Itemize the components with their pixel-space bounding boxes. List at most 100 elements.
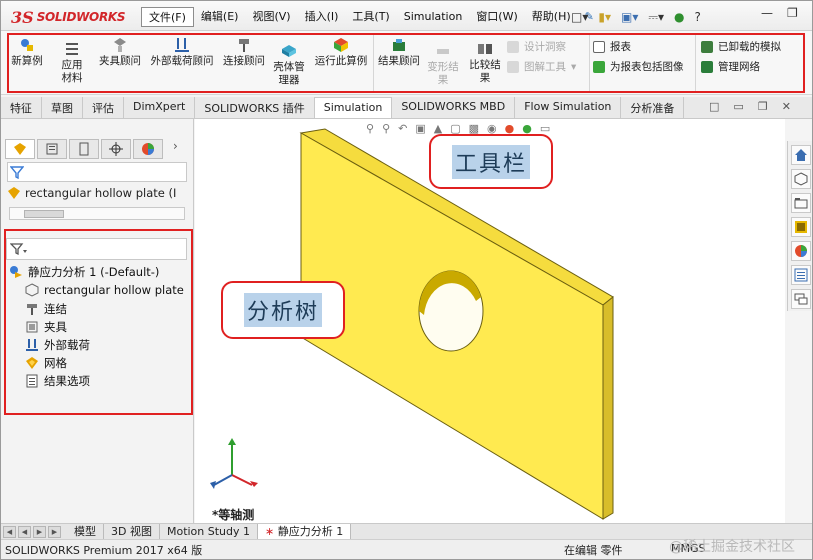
results-advisor-label: 结果顾问 bbox=[378, 55, 420, 67]
new-study-button[interactable]: 新算例 bbox=[9, 37, 45, 68]
include-image-button[interactable]: 为报表包括图像 bbox=[593, 59, 684, 74]
rebuild-icon[interactable]: ● bbox=[674, 10, 684, 24]
more-tabs-icon[interactable]: › bbox=[173, 139, 178, 159]
tree-item-connections[interactable]: 连结 bbox=[25, 301, 67, 317]
ribbon-separator bbox=[373, 35, 374, 91]
new-document-icon[interactable]: □▾ bbox=[571, 10, 588, 24]
last-tab-icon[interactable]: ▶ bbox=[48, 525, 61, 538]
configuration-tab-icon[interactable] bbox=[69, 139, 99, 159]
tab-static-study[interactable]: ∗ 静应力分析 1 bbox=[258, 523, 352, 540]
tab-dimxpert[interactable]: DimXpert bbox=[124, 97, 196, 118]
menu-help[interactable]: 帮助(H) bbox=[525, 7, 578, 27]
fixture-icon bbox=[26, 321, 38, 333]
window-controls: — ❐ ✕ bbox=[761, 6, 812, 20]
design-insight-button[interactable]: 设计洞察 bbox=[507, 39, 566, 54]
menu-edit[interactable]: 编辑(E) bbox=[194, 7, 246, 27]
tab-mbd[interactable]: SOLIDWORKS MBD bbox=[392, 97, 516, 118]
feature-filter-input[interactable] bbox=[7, 162, 187, 182]
part-tree-item[interactable]: rectangular hollow plate (I bbox=[7, 184, 190, 202]
menu-file[interactable]: 文件(F) bbox=[141, 7, 194, 27]
plot-tools-button[interactable]: 图解工具 ▾ bbox=[507, 59, 576, 74]
tree-item-part[interactable]: rectangular hollow plate bbox=[25, 283, 184, 297]
tab-3d-view[interactable]: 3D 视图 bbox=[104, 523, 160, 540]
shell-manager-label: 壳体管理器 bbox=[273, 61, 305, 86]
close-pane-icon[interactable]: ✕ bbox=[782, 100, 791, 113]
appearances-icon[interactable] bbox=[791, 241, 811, 261]
shell-manager-button[interactable]: 壳体管理器 bbox=[269, 43, 309, 87]
manage-network-button[interactable]: 管理网络 bbox=[701, 59, 760, 74]
tree-item-mesh[interactable]: 网格 bbox=[25, 355, 67, 371]
help-icon[interactable]: ? bbox=[694, 10, 700, 24]
analysis-filter-input[interactable] bbox=[6, 238, 187, 260]
display-manager-tab-icon[interactable] bbox=[133, 139, 163, 159]
logo-text: SOLIDWORKS bbox=[36, 10, 126, 24]
prev-tab-icon[interactable]: ◀ bbox=[18, 525, 31, 538]
property-manager-tab-icon[interactable] bbox=[37, 139, 67, 159]
dimxpert-tab-icon[interactable] bbox=[101, 139, 131, 159]
results-advisor-button[interactable]: 结果顾问 bbox=[375, 37, 423, 68]
custom-properties-icon[interactable] bbox=[791, 265, 811, 285]
view-palette-icon[interactable] bbox=[791, 217, 811, 237]
tree-item-fixtures[interactable]: 夹具 bbox=[25, 319, 67, 335]
previous-view-icon[interactable]: ↶ bbox=[398, 122, 407, 135]
tab-analysis-prep[interactable]: 分析准备 bbox=[621, 97, 685, 118]
compare-results-icon bbox=[478, 44, 492, 54]
section-view-icon[interactable]: ▣ bbox=[415, 122, 425, 135]
zoom-to-area-icon[interactable]: ⚲ bbox=[382, 122, 390, 135]
first-tab-icon[interactable]: ◀ bbox=[3, 525, 16, 538]
tab-simulation[interactable]: Simulation bbox=[314, 97, 393, 118]
external-loads-advisor-button[interactable]: 外部载荷顾问 bbox=[147, 37, 217, 68]
tab-model[interactable]: 模型 bbox=[67, 523, 104, 540]
scrollbar-thumb[interactable] bbox=[24, 210, 64, 218]
float-icon[interactable]: □ bbox=[709, 100, 719, 113]
fixture-icon bbox=[114, 38, 126, 52]
menu-insert[interactable]: 插入(I) bbox=[298, 7, 346, 27]
run-study-button[interactable]: 运行此算例 bbox=[309, 37, 373, 68]
menu-view[interactable]: 视图(V) bbox=[245, 7, 297, 27]
minimize-icon[interactable]: — bbox=[761, 6, 773, 20]
apply-material-button[interactable]: 应用材料 bbox=[53, 41, 91, 85]
toolbar-callout: 工具栏 bbox=[429, 134, 553, 189]
tree-item-result-options[interactable]: 结果选项 bbox=[25, 373, 90, 389]
restore-icon[interactable]: ❐ bbox=[787, 6, 798, 20]
horizontal-scrollbar[interactable] bbox=[9, 207, 185, 220]
tab-features[interactable]: 特征 bbox=[1, 97, 42, 118]
app-logo[interactable]: 3S SOLIDWORKS bbox=[11, 7, 131, 27]
tab-motion-study[interactable]: Motion Study 1 bbox=[160, 523, 259, 540]
home-icon[interactable] bbox=[791, 145, 811, 165]
unloaded-sims-label: 已卸载的模拟 bbox=[718, 41, 781, 53]
filter-dropdown-icon bbox=[9, 243, 27, 256]
unloaded-sims-button[interactable]: 已卸载的模拟 bbox=[701, 39, 781, 54]
forum-icon[interactable] bbox=[791, 289, 811, 309]
study-tree-root[interactable]: 静应力分析 1 (-Default-) bbox=[9, 264, 159, 280]
part-name: rectangular hollow plate (I bbox=[25, 186, 177, 200]
tree-item-external-loads[interactable]: 外部载荷 bbox=[25, 337, 90, 353]
design-library-icon[interactable] bbox=[791, 169, 811, 189]
deformed-result-button[interactable]: 变形结果 bbox=[425, 43, 461, 87]
menu-window[interactable]: 窗口(W) bbox=[469, 7, 524, 27]
next-tab-icon[interactable]: ▶ bbox=[33, 525, 46, 538]
fixtures-advisor-button[interactable]: 夹具顾问 bbox=[93, 37, 147, 68]
print-icon[interactable]: ⎓▾ bbox=[648, 10, 664, 25]
menu-simulation[interactable]: Simulation bbox=[397, 7, 470, 27]
tab-flow-simulation[interactable]: Flow Simulation bbox=[515, 97, 622, 118]
mesh-icon bbox=[26, 357, 38, 369]
view-orientation-label: *等轴测 bbox=[212, 508, 255, 522]
connections-advisor-button[interactable]: 连接顾问 bbox=[217, 37, 271, 68]
tree-item-label: 外部载荷 bbox=[44, 338, 90, 352]
tab-addins[interactable]: SOLIDWORKS 插件 bbox=[195, 97, 315, 118]
unloaded-sims-icon bbox=[701, 40, 713, 53]
compare-results-button[interactable]: 比较结果 bbox=[465, 41, 505, 85]
menu-tools[interactable]: 工具(T) bbox=[345, 7, 396, 27]
tile-icon[interactable]: ▭ bbox=[733, 100, 743, 113]
zoom-to-fit-icon[interactable]: ⚲ bbox=[366, 122, 374, 135]
tab-evaluate[interactable]: 评估 bbox=[83, 97, 124, 118]
file-explorer-icon[interactable] bbox=[791, 193, 811, 213]
report-button[interactable]: 报表 bbox=[593, 39, 631, 54]
restore-pane-icon[interactable]: ❐ bbox=[758, 100, 768, 113]
feature-tree-tab-icon[interactable] bbox=[5, 139, 35, 159]
tab-sketch[interactable]: 草图 bbox=[42, 97, 83, 118]
report-label: 报表 bbox=[610, 41, 631, 53]
open-icon[interactable]: ▮▾ bbox=[598, 10, 611, 24]
save-icon[interactable]: ▣▾ bbox=[621, 10, 638, 24]
